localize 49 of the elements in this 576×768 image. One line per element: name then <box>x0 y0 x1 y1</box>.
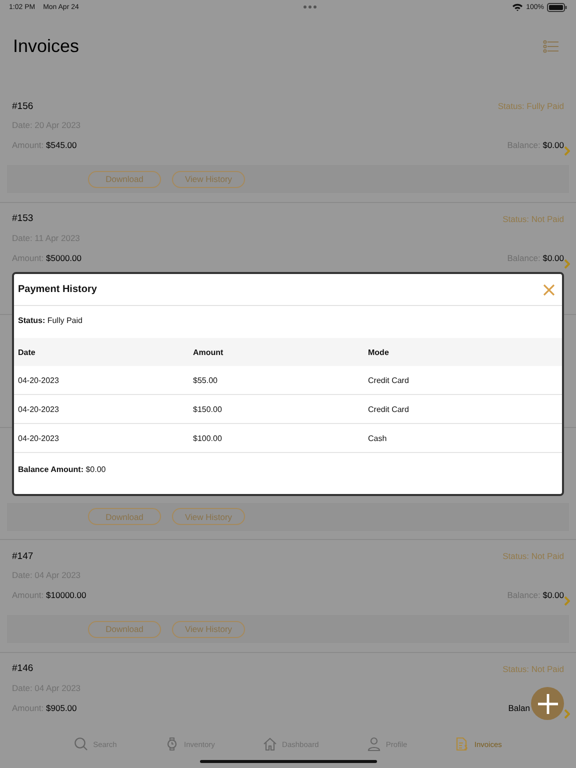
watch-icon <box>165 737 180 751</box>
wifi-icon <box>512 3 524 11</box>
balance-amount: Balance Amount: $0.00 <box>17 464 107 476</box>
view-history-button[interactable]: View History <box>172 170 245 188</box>
list-icon <box>543 40 559 53</box>
invoice-number: #147 <box>12 550 34 562</box>
payment-status: Status: Fully Paid <box>17 315 84 327</box>
table-cell: 04-20-2023 <box>18 376 59 384</box>
invoice-status: Status: Fully Paid <box>498 101 564 111</box>
dialog-title: Payment History <box>18 284 97 295</box>
chevron-right-icon <box>564 258 570 268</box>
invoice-status: Status: Not Paid <box>502 214 564 224</box>
chevron-right-icon <box>564 146 570 156</box>
column-header: Mode <box>368 348 389 356</box>
table-cell: 04-20-2023 <box>18 434 59 442</box>
view-history-button[interactable]: View History <box>172 508 245 525</box>
battery-icon <box>546 2 567 12</box>
invoice-balance: Balan <box>508 702 530 712</box>
add-button[interactable] <box>531 687 564 720</box>
person-icon <box>366 737 381 751</box>
invoice-number: #156 <box>12 100 34 112</box>
view-history-button[interactable]: View History <box>172 620 245 638</box>
document-icon <box>455 737 470 751</box>
close-button[interactable] <box>543 284 555 296</box>
table-cell: Credit Card <box>368 376 409 384</box>
plus-icon <box>536 692 558 714</box>
search-icon <box>74 737 88 751</box>
table-cell: $55.00 <box>193 376 218 384</box>
download-button[interactable]: Download <box>88 508 161 525</box>
table-cell: $100.00 <box>193 434 222 442</box>
close-icon <box>543 284 555 296</box>
invoice-number: #153 <box>12 213 34 224</box>
invoice-status: Status: Not Paid <box>502 664 564 674</box>
column-header: Date <box>18 348 36 356</box>
chevron-right-icon <box>564 596 570 606</box>
table-cell: 04-20-2023 <box>18 404 59 414</box>
list-view-button[interactable] <box>543 40 559 53</box>
download-button[interactable]: Download <box>88 170 161 188</box>
table-cell: Cash <box>368 434 387 442</box>
multitask-dots-icon <box>303 5 318 9</box>
table-cell: $150.00 <box>193 404 222 414</box>
invoice-status: Status: Not Paid <box>502 551 564 561</box>
chevron-right-icon <box>564 708 570 718</box>
download-button[interactable]: Download <box>88 620 161 638</box>
table-cell: Credit Card <box>368 404 409 414</box>
home-icon <box>263 737 278 751</box>
column-header: Amount <box>193 348 224 356</box>
page-title: Invoices <box>13 36 80 56</box>
invoice-number: #146 <box>12 663 34 674</box>
